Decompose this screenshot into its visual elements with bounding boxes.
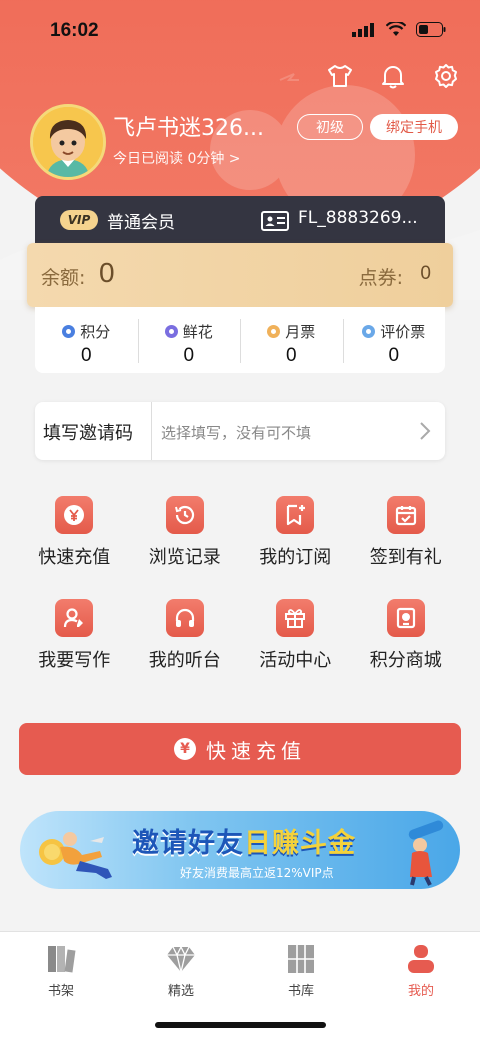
tab-label: 书架: [47, 984, 74, 999]
grid-label: 积分商城: [369, 650, 442, 671]
shop-icon: [386, 599, 425, 637]
feature-grid: 快速充值 浏览记录 我的订阅 签到有礼 我要写作 我的听台 活动中心 积分商城: [19, 496, 461, 672]
grid-label: 我要写作: [38, 650, 111, 671]
vip-card[interactable]: VIP 普通会员 FL_8883269...: [35, 196, 445, 250]
banner-title-highlight: 日赚斗金: [244, 828, 356, 859]
grid-label: 签到有礼: [369, 547, 442, 568]
profile-icon: [408, 945, 434, 973]
gift-icon: [276, 599, 315, 637]
status-icons: [352, 22, 446, 37]
bookshelf-icon: [48, 946, 76, 973]
header-actions: [326, 62, 460, 90]
stat-label: 评价票: [380, 323, 426, 341]
tshirt-icon[interactable]: [326, 62, 354, 90]
invite-code-row[interactable]: 填写邀请码 选择填写，没有可不填: [35, 402, 445, 460]
wifi-icon: [386, 22, 406, 36]
stat-label: 积分: [80, 323, 111, 341]
ticket-icon: [267, 325, 281, 338]
stat-label: 月票: [285, 323, 316, 341]
balance-card[interactable]: 余额: 0 点券: 0: [27, 243, 453, 307]
grid-label: 快速充值: [38, 547, 111, 568]
flower-icon: [164, 325, 178, 338]
grid-item-audio[interactable]: 我的听台: [130, 599, 241, 672]
cellular-signal-icon: [352, 22, 374, 37]
vip-level: 普通会员: [107, 213, 175, 233]
grid-item-write[interactable]: 我要写作: [19, 599, 130, 672]
grid-item-checkin[interactable]: 签到有礼: [351, 496, 462, 569]
person-with-coins-illustration: [39, 832, 112, 879]
tab-library[interactable]: 书库: [266, 942, 336, 999]
history-icon: [165, 496, 204, 534]
id-card-icon: [261, 211, 289, 231]
grid-label: 我的订阅: [259, 547, 332, 568]
tab-label: 精选: [167, 984, 194, 999]
grid-item-points-mall[interactable]: 积分商城: [351, 599, 462, 672]
calendar-check-icon: [386, 496, 425, 534]
stats-row: 积分 0 鲜花 0 月票 0 评价票 0: [35, 307, 445, 373]
invite-code-label: 填写邀请码: [43, 423, 133, 444]
grid-item-activity-center[interactable]: 活动中心: [240, 599, 351, 672]
coupon-label: 点券:: [358, 267, 403, 289]
grid-item-quick-recharge[interactable]: 快速充值: [19, 496, 130, 569]
stat-value: 0: [183, 345, 195, 366]
grid-label: 浏览记录: [148, 547, 221, 568]
grid-item-history[interactable]: 浏览记录: [130, 496, 241, 569]
bind-phone-button[interactable]: 绑定手机: [370, 114, 458, 140]
stat-value: 0: [80, 345, 92, 366]
person-with-telescope-illustration: [408, 820, 444, 886]
grid-label: 我的听台: [148, 650, 221, 671]
user-level-badge[interactable]: 初级: [297, 114, 363, 140]
tab-bookshelf[interactable]: 书架: [26, 942, 96, 999]
stat-monthly-ticket[interactable]: 月票 0: [240, 307, 343, 373]
stat-value: 0: [285, 345, 297, 366]
read-time-today[interactable]: 今日已阅读 0分钟 >: [113, 148, 241, 168]
points-icon: [62, 325, 76, 338]
balance-label: 余额:: [41, 267, 86, 289]
balance-value: 0: [99, 257, 115, 288]
tab-label: 书库: [287, 984, 314, 999]
stat-review-ticket[interactable]: 评价票 0: [342, 307, 446, 373]
stat-points[interactable]: 积分 0: [35, 307, 138, 373]
writer-icon: [55, 599, 94, 637]
avatar[interactable]: [30, 104, 106, 180]
tab-label: 我的: [407, 984, 434, 999]
tab-mine[interactable]: 我的: [386, 942, 456, 999]
tab-featured[interactable]: 精选: [146, 942, 216, 999]
banner-title: 邀请好友日赚斗金: [132, 821, 356, 860]
yen-icon: [55, 496, 94, 534]
bookmark-add-icon: [276, 496, 315, 534]
user-id: FL_8883269...: [298, 208, 418, 228]
username[interactable]: 飞卢书迷326...: [113, 110, 264, 142]
status-time: 16:02: [50, 20, 99, 41]
home-indicator: [155, 1022, 326, 1028]
gear-icon[interactable]: [432, 62, 460, 90]
battery-icon: [416, 22, 446, 37]
banner-subtitle: 好友消费最高立返12%VIP点: [180, 866, 334, 880]
vip-badge: VIP: [60, 210, 98, 230]
grid-label: 活动中心: [259, 650, 332, 671]
banner-title-main: 邀请好友: [132, 828, 244, 859]
invite-code-input[interactable]: 选择填写，没有可不填: [161, 422, 311, 443]
quick-recharge-label: 快速充值: [206, 738, 306, 763]
divider: [151, 402, 152, 460]
stat-value: 0: [388, 345, 400, 366]
chevron-right-icon: [420, 422, 431, 440]
yen-icon: ¥: [174, 738, 196, 760]
grid-item-subscriptions[interactable]: 我的订阅: [240, 496, 351, 569]
quick-recharge-button[interactable]: ¥ 快速充值: [19, 723, 461, 775]
coupon-value: 0: [420, 263, 431, 284]
invite-friends-banner[interactable]: 邀请好友日赚斗金 好友消费最高立返12%VIP点: [20, 811, 460, 889]
stat-flowers[interactable]: 鲜花 0: [137, 307, 241, 373]
diamond-icon: [167, 945, 195, 973]
headphones-icon: [165, 599, 204, 637]
status-bar: 16:02: [0, 0, 480, 60]
library-icon: [288, 945, 314, 973]
bell-icon[interactable]: [379, 62, 407, 90]
stat-label: 鲜花: [182, 323, 213, 341]
review-ticket-icon: [362, 325, 376, 338]
